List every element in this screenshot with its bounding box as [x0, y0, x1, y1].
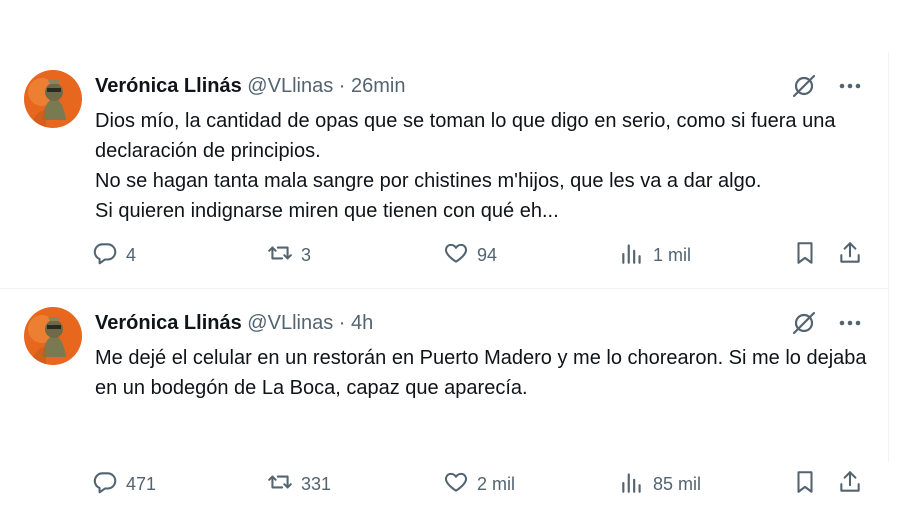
tweet-actions: 4 3 94 1 mil — [92, 240, 868, 270]
tweet[interactable]: Verónica Llinás @VLlinas · 26min Dios mí… — [0, 52, 888, 289]
share-icon — [837, 240, 863, 271]
reply-icon — [92, 240, 118, 271]
reply-count: 471 — [126, 473, 157, 494]
timestamp[interactable]: 4h — [351, 312, 373, 334]
tweet-text-line: Si quieren indignarse miren que tienen c… — [95, 200, 559, 222]
views-icon — [619, 240, 645, 271]
more-icon[interactable] — [836, 309, 864, 337]
tweet-actions: 471 331 2 mil 85 mil — [92, 469, 868, 499]
reply-icon — [92, 469, 118, 500]
reply-button[interactable]: 471 — [92, 469, 156, 499]
bookmark-button[interactable] — [792, 469, 818, 499]
views-count: 85 mil — [653, 473, 702, 494]
heart-icon — [443, 469, 469, 500]
share-button[interactable] — [837, 240, 863, 270]
header-actions — [790, 72, 864, 100]
more-icon[interactable] — [836, 72, 864, 100]
retweet-count: 3 — [301, 244, 312, 265]
grok-icon[interactable] — [790, 309, 818, 337]
retweet-count: 331 — [301, 473, 332, 494]
bookmark-icon — [792, 469, 818, 500]
separator: · — [338, 75, 346, 97]
retweet-button[interactable]: 3 — [267, 240, 311, 270]
header-actions — [790, 309, 864, 337]
like-button[interactable]: 2 mil — [443, 469, 515, 499]
bookmark-icon — [792, 240, 818, 271]
like-button[interactable]: 94 — [443, 240, 497, 270]
avatar[interactable] — [24, 70, 82, 128]
views-icon — [619, 469, 645, 500]
like-count: 94 — [477, 244, 498, 265]
bookmark-button[interactable] — [792, 240, 818, 270]
views-count: 1 mil — [653, 244, 692, 265]
tweet-header: Verónica Llinás @VLlinas · 4h — [95, 310, 848, 336]
views-button[interactable]: 85 mil — [619, 469, 701, 499]
heart-icon — [443, 240, 469, 271]
tweet-text-line: No se hagan tanta mala sangre por chisti… — [95, 170, 762, 192]
tweet-text-line: Dios mío, la cantidad de opas que se tom… — [95, 110, 836, 162]
author-name[interactable]: Verónica Llinás — [95, 75, 242, 97]
retweet-icon — [267, 469, 293, 500]
timestamp[interactable]: 26min — [351, 75, 405, 97]
like-count: 2 mil — [477, 473, 516, 494]
share-button[interactable] — [837, 469, 863, 499]
tweet-text: Dios mío, la cantidad de opas que se tom… — [95, 106, 875, 226]
tweet-text-line: Me dejé el celular en un restorán en Pue… — [95, 347, 867, 399]
reply-count: 4 — [126, 244, 137, 265]
separator: · — [338, 312, 346, 334]
author-handle[interactable]: @VLlinas — [247, 75, 333, 97]
tweet[interactable]: Verónica Llinás @VLlinas · 4h Me dejé el… — [0, 289, 888, 494]
views-button[interactable]: 1 mil — [619, 240, 691, 270]
retweet-icon — [267, 240, 293, 271]
tweet-header: Verónica Llinás @VLlinas · 26min — [95, 73, 848, 99]
tweet-text: Me dejé el celular en un restorán en Pue… — [95, 343, 875, 403]
avatar[interactable] — [24, 307, 82, 365]
author-handle[interactable]: @VLlinas — [247, 312, 333, 334]
timeline: Verónica Llinás @VLlinas · 26min Dios mí… — [0, 52, 889, 494]
share-icon — [837, 469, 863, 500]
retweet-button[interactable]: 331 — [267, 469, 331, 499]
grok-icon[interactable] — [790, 72, 818, 100]
reply-button[interactable]: 4 — [92, 240, 136, 270]
author-name[interactable]: Verónica Llinás — [95, 312, 242, 334]
